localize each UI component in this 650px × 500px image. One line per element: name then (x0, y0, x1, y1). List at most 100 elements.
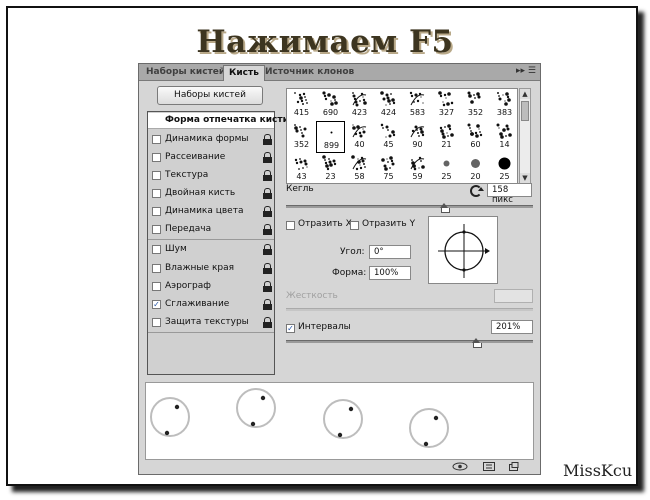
option-checkbox[interactable]: ✓ (152, 300, 161, 309)
reset-size-icon[interactable] (470, 185, 484, 197)
brush-option-item[interactable]: Защита текстуры (148, 315, 274, 331)
brush-option-item[interactable]: Шум (148, 242, 274, 258)
brush-option-item[interactable]: Рассеивание (148, 150, 274, 166)
scroll-up-icon[interactable]: ▲ (520, 89, 530, 99)
option-checkbox[interactable] (152, 245, 161, 254)
brush-tip-cell[interactable]: 899 (316, 121, 345, 153)
size-slider-handle[interactable] (440, 203, 451, 213)
size-slider-track[interactable] (286, 205, 533, 208)
brush-tip-cell[interactable]: 59 (403, 153, 432, 185)
option-checkbox[interactable] (152, 225, 161, 234)
toggle-hard-proofing-icon[interactable] (452, 462, 468, 471)
brush-tip-cell[interactable]: 45 (374, 121, 403, 153)
roundness-field[interactable]: 100% (369, 266, 411, 280)
brush-stroke-preview (145, 382, 534, 460)
angle-label: Угол: (340, 247, 365, 257)
lock-icon[interactable] (263, 188, 272, 199)
brush-size-label: 21 (441, 140, 452, 149)
flip-y-checkbox[interactable] (350, 221, 359, 230)
option-checkbox[interactable] (152, 135, 161, 144)
brush-tip-icon (351, 155, 367, 171)
option-label: Шум (165, 244, 187, 254)
brush-tip-cell[interactable]: 60 (461, 121, 490, 153)
brush-tip-cell[interactable]: 383 (490, 89, 519, 121)
brush-tip-cell[interactable]: 424 (374, 89, 403, 121)
lock-icon[interactable] (263, 263, 272, 274)
brush-tip-cell[interactable]: 352 (461, 89, 490, 121)
brush-tip-cell[interactable]: 58 (345, 153, 374, 185)
brush-option-item[interactable]: ✓ Сглаживание (148, 297, 274, 313)
brush-size-label: 90 (412, 140, 423, 149)
brush-tip-cell[interactable]: 583 (403, 89, 432, 121)
brush-angle-widget[interactable] (428, 216, 498, 284)
lock-icon[interactable] (263, 224, 272, 235)
brush-tip-cell[interactable]: 75 (374, 153, 403, 185)
tab-brush-presets[interactable]: Наборы кистей (141, 65, 230, 81)
hardness-slider-track[interactable] (286, 308, 533, 311)
tab-clone-source[interactable]: Источник клонов (260, 65, 359, 81)
brush-grid-scrollbar[interactable]: ▲ ▼ (519, 88, 531, 184)
brush-tip-cell[interactable]: 20 (461, 153, 490, 185)
lock-icon[interactable] (263, 281, 272, 292)
brush-tip-cell[interactable]: 40 (345, 121, 374, 153)
brush-option-item[interactable]: Динамика цвета (148, 204, 274, 220)
brush-tip-cell[interactable]: 14 (490, 121, 519, 153)
brush-tip-cell[interactable]: 23 (316, 153, 345, 185)
brush-option-item[interactable]: Форма отпечатка кисти (148, 113, 289, 129)
brush-option-item[interactable]: Текстура (148, 168, 274, 184)
lock-icon[interactable] (263, 317, 272, 328)
brush-tip-cell[interactable]: 415 (287, 89, 316, 121)
brush-option-item[interactable]: Аэрограф (148, 279, 274, 295)
option-checkbox[interactable] (152, 318, 161, 327)
brush-tip-cell[interactable]: 43 (287, 153, 316, 185)
brush-tip-cell[interactable]: 21 (432, 121, 461, 153)
scroll-down-icon[interactable]: ▼ (520, 173, 530, 183)
lock-icon[interactable] (263, 134, 272, 145)
hardness-field[interactable] (494, 289, 533, 303)
brush-presets-button[interactable]: Наборы кистей (157, 86, 263, 105)
brush-tip-cell[interactable]: 25 (490, 153, 519, 185)
new-preset-icon[interactable] (509, 462, 519, 471)
option-checkbox[interactable] (152, 171, 161, 180)
brush-tip-icon (294, 92, 308, 105)
brush-tip-cell[interactable]: 327 (432, 89, 461, 121)
scroll-thumb[interactable] (521, 101, 529, 121)
brush-tip-cell[interactable]: 352 (287, 121, 316, 153)
lock-icon[interactable] (263, 152, 272, 163)
brush-tip-icon (498, 157, 511, 170)
brush-tip-cell[interactable]: 690 (316, 89, 345, 121)
brush-option-item[interactable]: Передача (148, 222, 274, 238)
lock-icon[interactable] (263, 206, 272, 217)
size-field[interactable]: 158 пикс (487, 183, 532, 205)
brush-options-list: Форма отпечатка кисти Динамика формы Рассе… (147, 111, 289, 375)
option-checkbox[interactable] (152, 153, 161, 162)
brush-tip-cell[interactable]: 90 (403, 121, 432, 153)
spacing-field[interactable]: 201% (491, 320, 533, 334)
lock-icon[interactable] (263, 244, 272, 255)
brush-size-label: 424 (380, 108, 397, 117)
brush-option-item[interactable]: Двойная кисть (148, 186, 274, 202)
option-checkbox[interactable] (152, 189, 161, 198)
tab-brush[interactable]: Кисть (223, 65, 265, 81)
brush-option-item[interactable]: Динамика формы (148, 132, 274, 148)
spacing-slider-handle[interactable] (472, 338, 483, 348)
option-checkbox[interactable] (152, 282, 161, 291)
brush-size-label: 327 (438, 108, 455, 117)
option-checkbox[interactable] (152, 264, 161, 273)
brush-option-item[interactable]: Влажные края (148, 261, 274, 277)
lock-icon[interactable] (263, 299, 272, 310)
panel-menu-icon[interactable]: ▸▸ ☰ (516, 66, 536, 76)
brush-tip-cell[interactable]: 25 (432, 153, 461, 185)
brush-tip-cell[interactable]: 423 (345, 89, 374, 121)
brush-size-label: 423 (351, 108, 368, 117)
lock-icon[interactable] (263, 170, 272, 181)
brush-size-label: 690 (322, 108, 339, 117)
brush-tip-icon (410, 125, 425, 138)
option-checkbox[interactable] (152, 207, 161, 216)
angle-crosshair-icon (438, 224, 490, 278)
angle-field[interactable]: 0° (369, 245, 411, 259)
spacing-checkbox[interactable]: ✓ (286, 324, 295, 333)
brush-presets-panel-icon[interactable] (483, 462, 495, 471)
flip-x-checkbox[interactable] (286, 221, 295, 230)
spacing-slider-track[interactable] (286, 340, 533, 343)
